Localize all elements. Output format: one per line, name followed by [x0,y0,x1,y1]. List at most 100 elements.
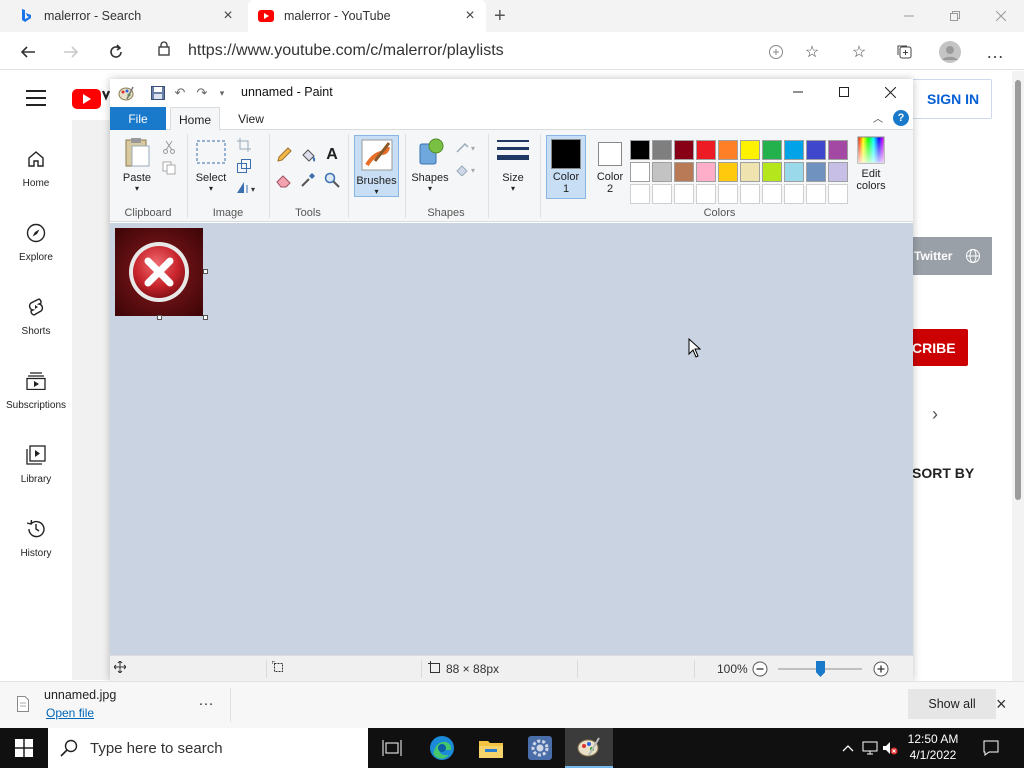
file-tab[interactable]: File [110,107,166,130]
close-window-icon[interactable] [978,0,1024,32]
palette-swatch[interactable] [784,184,804,204]
canvas-area[interactable] [110,223,913,655]
text-icon[interactable]: A [323,146,341,164]
forward-icon[interactable] [58,39,84,65]
download-more-icon[interactable]: … [198,692,214,710]
palette-swatch[interactable] [784,140,804,160]
youtube-logo[interactable] [72,87,111,111]
fill-icon[interactable] [299,146,317,164]
home-tab[interactable]: Home [170,107,220,131]
fill-shape-icon[interactable]: ▾ [454,160,480,178]
magnifier-icon[interactable] [323,171,341,189]
error-image[interactable] [115,228,203,316]
save-icon[interactable] [150,85,166,101]
more-menu-icon[interactable]: … [982,39,1008,65]
sort-by-button[interactable]: SORT BY [912,465,974,481]
select-button[interactable]: Select ▾ [192,136,230,193]
favorite-star-icon[interactable]: ☆ [799,39,825,65]
task-view-icon[interactable] [368,728,416,768]
resize-handle[interactable] [203,269,208,274]
add-site-icon[interactable] [763,39,789,65]
minimize-icon[interactable] [886,0,932,32]
color2-button[interactable]: Color 2 [590,136,630,195]
yt-nav-subscriptions[interactable]: Subscriptions [0,362,72,426]
palette-swatch[interactable] [630,162,650,182]
zoom-slider-thumb[interactable] [816,661,825,677]
color1-button[interactable]: Color 1 [546,135,586,199]
profile-avatar[interactable] [937,39,963,65]
close-download-bar-icon[interactable]: × [996,694,1007,715]
paint-taskbar-icon[interactable] [565,728,613,768]
new-tab-icon[interactable]: + [494,5,506,28]
pencil-icon[interactable] [275,146,293,164]
palette-swatch[interactable] [674,140,694,160]
palette-swatch[interactable] [652,140,672,160]
cut-icon[interactable] [160,138,178,156]
show-hidden-icons-icon[interactable] [840,740,856,756]
taskbar-search-box[interactable]: Type here to search [48,728,368,768]
copy-icon[interactable] [160,159,178,177]
paint-app-icon[interactable] [118,85,134,101]
collapse-ribbon-icon[interactable]: ︿ [870,110,886,126]
palette-swatch[interactable] [718,162,738,182]
palette-swatch[interactable] [718,184,738,204]
edge-browser-icon[interactable] [418,728,466,768]
palette-swatch[interactable] [828,162,848,182]
open-file-link[interactable]: Open file [46,706,94,720]
color-picker-icon[interactable] [299,171,317,189]
palette-swatch[interactable] [806,162,826,182]
palette-swatch[interactable] [784,162,804,182]
rotate-icon[interactable]: ▾ [235,178,261,196]
edit-colors-button[interactable]: Edit colors [850,136,892,192]
palette-swatch[interactable] [652,162,672,182]
palette-swatch[interactable] [740,162,760,182]
palette-swatch[interactable] [696,140,716,160]
size-button[interactable]: Size ▾ [494,136,532,193]
favorites-icon[interactable]: ☆ [846,39,872,65]
zoom-out-icon[interactable] [752,661,768,680]
file-explorer-icon[interactable] [467,728,515,768]
paint-minimize-icon[interactable] [775,79,821,105]
palette-swatch[interactable] [762,184,782,204]
back-icon[interactable] [15,39,41,65]
resize-icon[interactable] [235,157,253,175]
redo-icon[interactable]: ↷ [194,85,210,101]
scrollbar-thumb[interactable] [1015,80,1021,500]
close-tab-icon[interactable]: × [462,8,478,24]
palette-swatch[interactable] [762,140,782,160]
undo-icon[interactable]: ↶ [172,85,188,101]
zoom-in-icon[interactable] [873,661,889,680]
palette-swatch[interactable] [630,184,650,204]
resize-handle[interactable] [203,315,208,320]
palette-swatch[interactable] [740,140,760,160]
show-all-button[interactable]: Show all [908,689,996,719]
resize-handle[interactable] [157,315,162,320]
palette-swatch[interactable] [806,140,826,160]
collections-icon[interactable] [892,39,918,65]
palette-swatch[interactable] [652,184,672,204]
palette-swatch[interactable] [806,184,826,204]
browser-tab-search[interactable]: malerror - Search × [8,0,244,32]
outline-icon[interactable]: ▾ [454,138,480,156]
download-filename[interactable]: unnamed.jpg [44,688,116,702]
palette-swatch[interactable] [762,162,782,182]
palette-swatch[interactable] [696,184,716,204]
paint-maximize-icon[interactable] [821,79,867,105]
shapes-button[interactable]: Shapes ▾ [408,136,452,193]
restore-icon[interactable] [932,0,978,32]
palette-swatch[interactable] [674,184,694,204]
paste-button[interactable]: Paste ▾ [118,136,156,193]
refresh-icon[interactable] [103,39,129,65]
crop-icon[interactable] [235,136,253,154]
close-tab-icon[interactable]: × [220,8,236,24]
palette-swatch[interactable] [718,140,738,160]
settings-gear-icon[interactable] [516,728,564,768]
yt-nav-explore[interactable]: Explore [0,214,72,278]
palette-swatch[interactable] [630,140,650,160]
notifications-icon[interactable] [983,740,999,756]
url-bar[interactable]: https://www.youtube.com/c/malerror/playl… [150,37,840,65]
help-icon[interactable]: ? [893,110,909,126]
sign-in-button[interactable]: SIGN IN [900,79,992,119]
yt-nav-history[interactable]: History [0,510,72,574]
palette-swatch[interactable] [696,162,716,182]
